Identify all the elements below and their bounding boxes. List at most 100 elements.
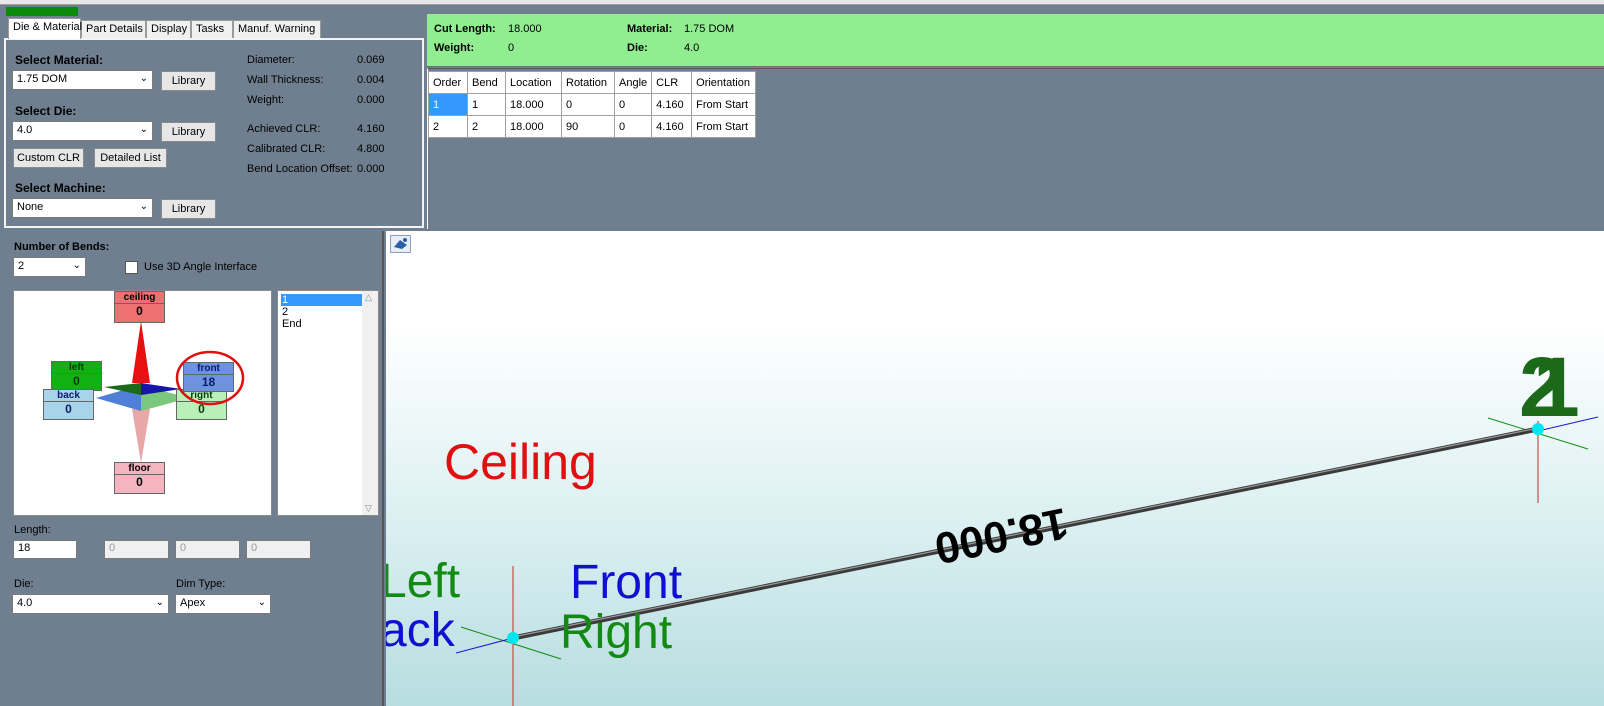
left-label: left [52, 362, 101, 374]
list-item[interactable]: 2 [282, 306, 288, 318]
table-cell[interactable]: 90 [561, 115, 615, 138]
material-summary-value: 1.75 DOM [684, 23, 735, 35]
machine-library-button[interactable]: Library [161, 199, 216, 219]
table-header-row: Order Bend Location Rotation Angle CLR O… [428, 71, 757, 94]
table-cell[interactable]: 2 [428, 115, 468, 138]
length-input[interactable]: 18 [13, 540, 77, 559]
bend-list[interactable]: 1 2 End △ ▽ [277, 290, 379, 516]
table-cell[interactable]: 18.000 [505, 115, 562, 138]
bend-table[interactable]: Order Bend Location Rotation Angle CLR O… [428, 71, 757, 138]
tab-tasks[interactable]: Tasks [191, 20, 233, 38]
wall-thickness-value: 0.004 [357, 74, 385, 86]
orientation-compass[interactable]: ceiling 0 left 0 back 0 right 0 front 18… [13, 290, 272, 516]
table-cell[interactable]: 4.160 [651, 115, 693, 138]
column-header[interactable]: Bend [467, 71, 506, 94]
table-cell[interactable]: 0 [613, 115, 653, 138]
number-of-bends-select[interactable]: 2 ⌄ [13, 257, 86, 277]
top-border [0, 0, 1604, 5]
number-of-bends-value: 2 [18, 260, 25, 272]
material-summary-label: Material: [627, 23, 673, 35]
diameter-label: Diameter: [247, 54, 295, 66]
length-input-disabled: 0 [175, 540, 240, 559]
left-value: 0 [73, 374, 80, 388]
chevron-down-icon: ⌄ [139, 124, 148, 135]
calibrated-clr-value: 4.800 [357, 143, 385, 155]
left-box[interactable]: left 0 [51, 361, 102, 391]
ceiling-label: ceiling [115, 292, 164, 304]
column-header[interactable]: CLR [651, 71, 693, 94]
list-item[interactable]: End [282, 318, 302, 330]
list-item[interactable]: 1 [281, 294, 362, 306]
weight-summary-value: 0 [508, 42, 515, 54]
select-material-label: Select Material: [15, 53, 104, 67]
3d-viewport[interactable]: Ceiling Left ack Front Right 18.000 2 1 [386, 231, 1604, 706]
column-header[interactable]: Angle [613, 71, 653, 94]
floor-arrow [132, 409, 150, 463]
table-cell[interactable]: 0 [561, 93, 615, 116]
tab-manuf-warning[interactable]: Manuf. Warning [233, 20, 321, 38]
table-cell[interactable]: 4.160 [651, 93, 693, 116]
cut-length-label: Cut Length: [434, 23, 496, 35]
scroll-up-icon[interactable]: △ [365, 292, 372, 303]
progress-bar [6, 7, 78, 16]
chevron-down-icon: ⌄ [139, 201, 148, 212]
right-value: 0 [198, 402, 205, 416]
use-3d-checkbox[interactable] [125, 261, 138, 274]
ceiling-direction-label: Ceiling [444, 434, 597, 490]
bend-die-select[interactable]: 4.0 ⌄ [12, 594, 169, 614]
column-header[interactable]: Rotation [561, 71, 615, 94]
back-value: 0 [65, 402, 72, 416]
diameter-value: 0.069 [357, 54, 385, 66]
ceiling-box[interactable]: ceiling 0 [114, 291, 165, 323]
table-cell[interactable]: 18.000 [505, 93, 562, 116]
list-scrollbar[interactable]: △ ▽ [362, 291, 378, 515]
column-header[interactable]: Orientation [691, 71, 757, 94]
dim-type-value: Apex [180, 597, 206, 609]
ceiling-value: 0 [136, 304, 143, 318]
cut-length-value: 18.000 [508, 23, 542, 35]
die-select-value: 4.0 [17, 124, 33, 136]
select-die-label: Select Die: [15, 104, 77, 118]
select-machine-label: Select Machine: [15, 181, 106, 195]
machine-select-value: None [17, 201, 44, 213]
table-cell[interactable]: 2 [467, 115, 506, 138]
back-box[interactable]: back 0 [43, 389, 94, 420]
table-row[interactable]: 2 2 18.000 90 0 4.160 From Start [428, 115, 757, 138]
table-cell[interactable]: 0 [613, 93, 653, 116]
tab-part-details[interactable]: Part Details [81, 20, 146, 38]
die-library-button[interactable]: Library [161, 122, 216, 142]
bend-die-value: 4.0 [17, 597, 33, 609]
floor-box[interactable]: floor 0 [114, 462, 165, 494]
calibrated-clr-label: Calibrated CLR: [247, 143, 326, 155]
front-box[interactable]: front 18 [183, 362, 234, 392]
right-box[interactable]: right 0 [176, 389, 227, 420]
custom-clr-button[interactable]: Custom CLR [13, 148, 84, 168]
right-direction-label: Right [560, 606, 673, 659]
material-library-button[interactable]: Library [161, 71, 216, 91]
left-direction-label: Left [386, 555, 461, 608]
start-node [507, 632, 519, 644]
front-direction-label: Front [570, 556, 683, 609]
material-select-value: 1.75 DOM [17, 73, 68, 85]
table-row[interactable]: 1 1 18.000 0 0 4.160 From Start [428, 93, 757, 116]
floor-label: floor [115, 463, 164, 475]
weight-label: Weight: [247, 94, 285, 106]
machine-select[interactable]: None ⌄ [12, 198, 153, 218]
table-cell[interactable]: 1 [467, 93, 506, 116]
node-label-1: 1 [1533, 340, 1580, 434]
material-select[interactable]: 1.75 DOM ⌄ [12, 70, 153, 90]
dim-type-select[interactable]: Apex ⌄ [175, 594, 271, 614]
table-cell[interactable]: From Start [691, 115, 757, 138]
table-cell[interactable]: From Start [691, 93, 757, 116]
column-header[interactable]: Order [428, 71, 468, 94]
tab-display[interactable]: Display [146, 20, 191, 38]
tab-die-material[interactable]: Die & Material [8, 18, 82, 39]
table-cell[interactable]: 1 [428, 93, 468, 116]
scroll-down-icon[interactable]: ▽ [365, 503, 372, 514]
column-header[interactable]: Location [505, 71, 562, 94]
die-select[interactable]: 4.0 ⌄ [12, 121, 153, 141]
floor-value: 0 [136, 475, 143, 489]
number-of-bends-label: Number of Bends: [14, 241, 110, 253]
detailed-list-button[interactable]: Detailed List [94, 148, 167, 168]
wall-thickness-label: Wall Thickness: [247, 74, 324, 86]
